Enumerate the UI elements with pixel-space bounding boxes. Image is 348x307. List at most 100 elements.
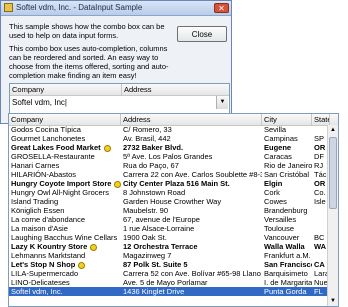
list-item-company: Softel vdm, Inc. bbox=[9, 287, 121, 296]
list-item[interactable]: Let's Stop N Shop 87 Polk St. Suite 5 San … bbox=[9, 260, 328, 269]
state-text: FL bbox=[314, 287, 323, 296]
combo-header-row: Company Address bbox=[10, 84, 229, 96]
city-text: San Cristóbal bbox=[264, 170, 310, 179]
list-item-address: 12 Orchestra Terrace bbox=[121, 242, 262, 251]
list-item-city: Rio de Janeiro bbox=[262, 161, 312, 170]
list-item-address: 2732 Baker Blvd. bbox=[121, 143, 262, 152]
list-item-city: Toulouse bbox=[262, 224, 312, 233]
list-item[interactable]: Island Trading Garden House Crowther Way C… bbox=[9, 197, 330, 206]
list-item[interactable]: GROSELLA-Restaurante 5ª Ave. Los Palos Gr… bbox=[9, 152, 328, 161]
list-item-company: Lazy K Kountry Store bbox=[9, 242, 121, 251]
chevron-down-icon[interactable]: ▼ bbox=[216, 96, 228, 109]
address-text: Garden House Crowther Way bbox=[123, 197, 222, 206]
company-combo-box[interactable]: Company Address ▼ bbox=[9, 83, 230, 115]
list-item[interactable]: Godos Cocina Típica C/ Romero, 33 Sevilla bbox=[9, 125, 328, 134]
address-text: 67, avenue de l'Europe bbox=[123, 215, 200, 224]
city-text: Frankfurt a.M. bbox=[264, 251, 311, 260]
list-item-company: Great Lakes Food Market bbox=[9, 143, 121, 152]
company-text: LINO-Delicateses bbox=[11, 278, 70, 287]
city-text: Elgin bbox=[264, 179, 283, 188]
list-item-address: 5ª Ave. Los Palos Grandes bbox=[121, 152, 262, 161]
list-item-address: 1900 Oak St. bbox=[121, 233, 262, 242]
address-text: Carrera 22 con Ave. Carlos Soublette #8-… bbox=[123, 170, 262, 179]
city-text: Caracas bbox=[264, 152, 292, 161]
state-text: RJ bbox=[314, 161, 324, 170]
close-button[interactable]: Close bbox=[177, 26, 227, 42]
company-text: HILARIÓN-Abastos bbox=[11, 170, 77, 179]
scroll-up-icon[interactable]: ▲ bbox=[328, 125, 338, 135]
list-item-city: Cork bbox=[262, 188, 312, 197]
list-item[interactable]: La corne d'abondance 67, avenue de l'Euro… bbox=[9, 215, 328, 224]
list-item[interactable]: Hungry Coyote Import Store City Center Pl… bbox=[9, 179, 328, 188]
list-item-city: Barquisimeto bbox=[262, 269, 312, 278]
scroll-thumb[interactable] bbox=[329, 137, 337, 209]
list-item-city: I. de Margarita bbox=[262, 278, 312, 287]
window-close-icon[interactable]: ✕ bbox=[214, 3, 229, 13]
list-item[interactable]: Gourmet Lanchonetes Av. Brasil, 442 Campin… bbox=[9, 134, 328, 143]
list-header-company[interactable]: Company bbox=[9, 114, 121, 125]
company-text: La maison d'Asie bbox=[11, 224, 68, 233]
company-text: Hungry Coyote Import Store bbox=[11, 179, 112, 188]
combo-input[interactable] bbox=[12, 97, 172, 108]
list-item[interactable]: Königlich Essen Maubelstr. 90 Brandenburg bbox=[9, 206, 328, 215]
combo-header-company[interactable]: Company bbox=[10, 84, 122, 95]
city-text: Rio de Janeiro bbox=[264, 161, 312, 170]
list-item-city: Brandenburg bbox=[262, 206, 312, 215]
list-item[interactable]: Hungry Owl All-Night Grocers 8 Johnstown … bbox=[9, 188, 330, 197]
list-item-address: 1 rue Alsace-Lorraine bbox=[121, 224, 262, 233]
list-item[interactable]: Softel vdm, Inc. 1436 Kinglet Drive Punta … bbox=[9, 287, 328, 296]
list-item-city: San Francisco bbox=[262, 260, 312, 269]
address-text: 12 Orchestra Terrace bbox=[123, 242, 198, 251]
list-item-company: La corne d'abondance bbox=[9, 215, 121, 224]
city-text: I. de Margarita bbox=[264, 278, 312, 287]
list-header-state[interactable]: State bbox=[312, 114, 330, 125]
list-header-city[interactable]: City bbox=[262, 114, 312, 125]
list-item[interactable]: Great Lakes Food Market 2732 Baker Blvd. E… bbox=[9, 143, 328, 152]
list-header-address[interactable]: Address bbox=[121, 114, 262, 125]
list-item-company: La maison d'Asie bbox=[9, 224, 121, 233]
title-bar[interactable]: Softel vdm, Inc. - DataInput Sample ✕ bbox=[1, 1, 231, 16]
address-text: 1900 Oak St. bbox=[123, 233, 167, 242]
city-text: San Francisco bbox=[264, 260, 312, 269]
list-item-city: Frankfurt a.M. bbox=[262, 251, 312, 260]
address-text: 1436 Kinglet Drive bbox=[123, 287, 185, 296]
list-item[interactable]: Lehmanns Marktstand Magazinweg 7 Frankfurt… bbox=[9, 251, 328, 260]
state-text: DF bbox=[314, 152, 324, 161]
list-item[interactable]: Laughing Bacchus Wine Cellars 1900 Oak St… bbox=[9, 233, 328, 242]
list-item[interactable]: LILA-Supermercado Carrera 52 con Ave. Bol… bbox=[9, 269, 329, 278]
list-item-city: San Cristóbal bbox=[262, 170, 312, 179]
list-item-company: Lehmanns Marktstand bbox=[9, 251, 121, 260]
list-item-address: 8 Johnstown Road bbox=[121, 188, 262, 197]
app-icon bbox=[4, 3, 13, 12]
list-item-city: Sevilla bbox=[262, 125, 312, 134]
state-text: BC bbox=[314, 233, 325, 242]
list-item[interactable]: Lazy K Kountry Store 12 Orchestra Terrace… bbox=[9, 242, 328, 251]
list-item[interactable]: Hanari Carnes Rua do Paço, 67 Rio de Janei… bbox=[9, 161, 328, 170]
list-item-address: Maubelstr. 90 bbox=[121, 206, 262, 215]
list-item-city: Versailles bbox=[262, 215, 312, 224]
list-item[interactable]: La maison d'Asie 1 rue Alsace-Lorraine Tou… bbox=[9, 224, 328, 233]
list-item-city: Eugene bbox=[262, 143, 312, 152]
city-text: Cork bbox=[264, 188, 280, 197]
city-text: Punta Gorda bbox=[264, 287, 307, 296]
city-text: Cowes bbox=[264, 197, 287, 206]
list-item[interactable]: LINO-Delicateses Ave. 5 de Mayo Porlamar I… bbox=[9, 278, 330, 287]
list-item[interactable]: HILARIÓN-Abastos Carrera 22 con Ave. Carl… bbox=[9, 170, 330, 179]
address-text: 5ª Ave. Los Palos Grandes bbox=[123, 152, 213, 161]
list-item-address: City Center Plaza 516 Main St. bbox=[121, 179, 262, 188]
city-text: Campinas bbox=[264, 134, 298, 143]
company-text: Great Lakes Food Market bbox=[11, 143, 101, 152]
list-item-company: Laughing Bacchus Wine Cellars bbox=[9, 233, 121, 242]
list-item-company: Godos Cocina Típica bbox=[9, 125, 121, 134]
combo-header-address[interactable]: Address bbox=[122, 84, 229, 95]
company-text: Let's Stop N Shop bbox=[11, 260, 76, 269]
vertical-scrollbar[interactable]: ▲ ▼ bbox=[327, 125, 338, 306]
scroll-down-icon[interactable]: ▼ bbox=[328, 296, 338, 306]
window-title: Softel vdm, Inc. - DataInput Sample bbox=[16, 3, 143, 12]
state-text: WA bbox=[314, 242, 327, 251]
description-paragraph-1: This sample shows how the combo box can … bbox=[9, 22, 165, 40]
address-text: City Center Plaza 516 Main St. bbox=[123, 179, 230, 188]
list-item-city: Walla Walla bbox=[262, 242, 312, 251]
status-dot-icon bbox=[78, 261, 86, 269]
list-item-company: Island Trading bbox=[9, 197, 121, 206]
